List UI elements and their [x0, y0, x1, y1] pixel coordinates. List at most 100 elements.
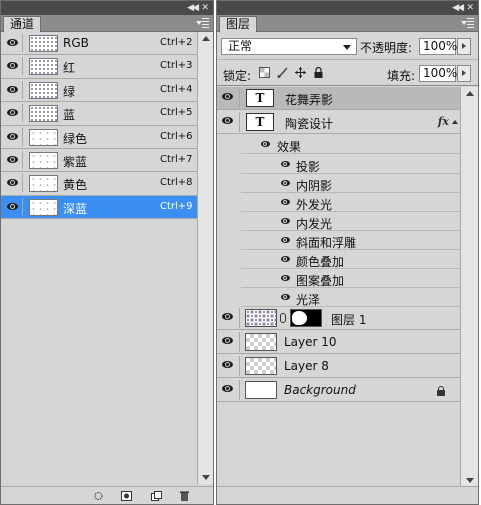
effect-row-outer-glow[interactable]: 外发光	[241, 193, 461, 212]
eye-icon	[7, 179, 18, 187]
effect-row-pattern-overlay[interactable]: 图案叠加	[241, 269, 461, 288]
visibility-toggle[interactable]	[3, 174, 23, 193]
layer-row-text-1[interactable]: T 花舞弄影	[217, 87, 461, 110]
effect-row-inner-glow[interactable]: 内发光	[241, 212, 461, 231]
eye-icon	[222, 337, 233, 344]
effects-group-row[interactable]: 效果	[241, 135, 461, 154]
channel-row-alpha-purple-blue[interactable]: 紫蓝 Ctrl+7	[1, 148, 213, 173]
scroll-up-icon[interactable]	[202, 36, 210, 41]
layer-name: 花舞弄影	[285, 93, 334, 107]
channel-row-alpha-green[interactable]: 绿色 Ctrl+6	[1, 125, 213, 149]
channel-row-green[interactable]: 绿 Ctrl+4	[1, 78, 213, 103]
eye-icon	[7, 39, 18, 46]
close-icon[interactable]: ✕	[466, 3, 474, 13]
eye-icon[interactable]	[281, 237, 290, 243]
channel-name: 绿	[63, 84, 76, 99]
eye-icon[interactable]	[281, 199, 290, 205]
effect-name: 颜色叠加	[296, 255, 345, 269]
effect-name: 图案叠加	[296, 274, 345, 288]
save-selection-icon[interactable]	[121, 491, 132, 501]
eye-icon	[7, 85, 18, 93]
visibility-toggle[interactable]	[3, 34, 23, 52]
effect-row-color-overlay[interactable]: 颜色叠加	[241, 250, 461, 269]
layer-row-image-10[interactable]: Layer 10	[217, 331, 461, 354]
layer-mask-thumbnail[interactable]	[290, 309, 322, 327]
collapse-effects-icon[interactable]	[452, 120, 458, 124]
layer-thumbnail	[245, 381, 277, 399]
layers-footer	[217, 486, 478, 504]
panel-menu-icon[interactable]	[461, 18, 474, 28]
channel-scrollbar[interactable]	[197, 32, 213, 484]
effects-label: 效果	[277, 140, 302, 154]
opacity-slider-button[interactable]	[457, 38, 471, 55]
eye-icon[interactable]	[281, 275, 290, 281]
channels-panel: ◀◀ ✕ 通道 RGB Ctrl+2 红 Ctrl+3 绿 Ctrl+4 蓝 C…	[0, 0, 214, 505]
visibility-toggle[interactable]	[3, 197, 23, 216]
trash-icon[interactable]	[179, 491, 190, 501]
eye-icon[interactable]	[281, 161, 290, 167]
opacity-field[interactable]: 100%	[419, 38, 457, 55]
visibility-toggle[interactable]	[218, 88, 240, 108]
visibility-toggle[interactable]	[3, 150, 23, 169]
eye-icon	[222, 385, 233, 392]
lock-transparency-icon[interactable]	[259, 67, 270, 78]
scroll-down-icon[interactable]	[202, 475, 210, 480]
visibility-toggle[interactable]	[3, 57, 23, 76]
visibility-toggle[interactable]	[3, 127, 23, 146]
visibility-toggle[interactable]	[218, 332, 240, 352]
tab-strip: 图层	[217, 15, 478, 32]
panel-menu-icon[interactable]	[196, 18, 209, 28]
eye-icon[interactable]	[281, 180, 290, 186]
layer-thumbnail	[245, 333, 277, 351]
layer-row-image-masked[interactable]: 图层 1	[217, 307, 461, 330]
blend-mode-select[interactable]: 正常	[221, 38, 357, 55]
scroll-down-icon[interactable]	[466, 478, 474, 483]
lock-move-icon[interactable]	[295, 67, 306, 78]
visibility-toggle[interactable]	[3, 104, 23, 123]
effect-row-drop-shadow[interactable]: 投影	[241, 155, 461, 174]
channel-thumbnail	[29, 81, 58, 99]
layer-name: Layer 8	[284, 359, 329, 373]
effect-row-satin[interactable]: 光泽	[241, 288, 461, 307]
visibility-toggle[interactable]	[218, 380, 240, 400]
layer-row-text-2[interactable]: T 陶瓷设计 fx	[217, 111, 461, 134]
effect-row-bevel-emboss[interactable]: 斜面和浮雕	[241, 231, 461, 250]
tab-layers[interactable]: 图层	[219, 16, 258, 32]
effect-row-inner-shadow[interactable]: 内阴影	[241, 174, 461, 193]
channel-row-blue[interactable]: 蓝 Ctrl+5	[1, 102, 213, 126]
visibility-toggle[interactable]	[218, 308, 240, 328]
eye-icon[interactable]	[281, 294, 290, 300]
scroll-up-icon[interactable]	[466, 91, 474, 96]
fill-slider-button[interactable]	[457, 65, 471, 82]
fill-field[interactable]: 100%	[419, 65, 457, 82]
tab-channels[interactable]: 通道	[3, 16, 42, 32]
double-chevron-left-icon[interactable]: ◀◀	[187, 3, 199, 13]
channel-name: RGB	[63, 36, 89, 50]
channel-thumbnail	[29, 58, 58, 76]
double-chevron-left-icon[interactable]: ◀◀	[452, 3, 464, 13]
visibility-toggle[interactable]	[218, 356, 240, 376]
layer-row-background[interactable]: Background	[217, 379, 461, 402]
channel-row-alpha-dark-blue[interactable]: 深蓝 Ctrl+9	[1, 195, 213, 220]
layers-scrollbar[interactable]	[460, 87, 478, 487]
channel-row-red[interactable]: 红 Ctrl+3	[1, 55, 213, 79]
channel-name: 深蓝	[63, 201, 88, 216]
close-icon[interactable]: ✕	[201, 3, 209, 13]
eye-icon[interactable]	[261, 141, 270, 147]
layer-list: T 花舞弄影 T 陶瓷设计 fx 效果 投影 内阴影 外发光 内发光 斜面和浮雕…	[217, 87, 478, 487]
lock-brush-icon[interactable]	[277, 67, 288, 78]
eye-icon	[7, 202, 18, 210]
channel-row-rgb[interactable]: RGB Ctrl+2	[1, 32, 213, 56]
new-channel-icon[interactable]	[151, 491, 162, 501]
link-icon[interactable]	[280, 313, 286, 323]
effect-name: 投影	[296, 160, 321, 174]
layer-name: Background	[284, 383, 356, 397]
channel-row-alpha-yellow[interactable]: 黄色 Ctrl+8	[1, 172, 213, 196]
lock-all-icon[interactable]	[313, 67, 324, 78]
load-selection-icon[interactable]	[93, 491, 104, 501]
visibility-toggle[interactable]	[218, 112, 240, 132]
layer-row-image-8[interactable]: Layer 8	[217, 355, 461, 378]
eye-icon[interactable]	[281, 256, 290, 262]
visibility-toggle[interactable]	[3, 80, 23, 99]
eye-icon[interactable]	[281, 218, 290, 224]
